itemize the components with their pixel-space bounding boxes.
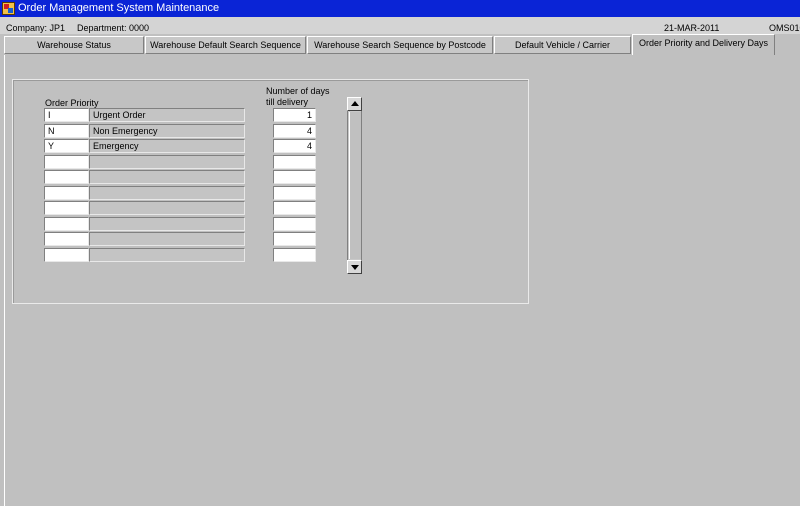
delivery-days-field[interactable]: [273, 248, 316, 262]
priority-description-field: [89, 201, 245, 215]
department-label: Department: 0000: [77, 23, 150, 33]
tab-warehouse-default-search-sequence[interactable]: Warehouse Default Search Sequence: [145, 36, 306, 54]
arrow-up-icon: [351, 101, 359, 106]
priority-code-field[interactable]: Y: [44, 139, 89, 153]
scrollbar-thumb[interactable]: [349, 112, 361, 259]
priority-code-field[interactable]: [44, 201, 89, 215]
delivery-days-field[interactable]: [273, 232, 316, 246]
days-label-line2: till delivery: [266, 97, 309, 107]
delivery-days-field[interactable]: 4: [273, 124, 316, 138]
priority-description-field: Non Emergency: [89, 124, 245, 138]
app-window-icon[interactable]: [2, 2, 15, 15]
delivery-days-field[interactable]: [273, 201, 316, 215]
delivery-days-field[interactable]: [273, 217, 316, 231]
tab-order-priority-and-delivery-days[interactable]: Order Priority and Delivery Days: [632, 34, 775, 55]
priority-code-field[interactable]: [44, 155, 89, 169]
date-label: 21-MAR-2011: [664, 23, 720, 33]
delivery-days-field[interactable]: [273, 170, 316, 184]
priority-description-field: [89, 217, 245, 231]
delivery-days-field[interactable]: 4: [273, 139, 316, 153]
tab-warehouse-status[interactable]: Warehouse Status: [4, 36, 144, 54]
scroll-up-button[interactable]: [347, 97, 362, 111]
priority-description-field: [89, 170, 245, 184]
priority-code-field[interactable]: N: [44, 124, 89, 138]
priority-code-field[interactable]: [44, 232, 89, 246]
scroll-down-button[interactable]: [347, 260, 362, 274]
days-label-line1: Number of days: [266, 86, 330, 96]
priority-description-field: [89, 248, 245, 262]
priority-code-field[interactable]: [44, 170, 89, 184]
arrow-down-icon: [351, 265, 359, 270]
window-title: Order Management System Maintenance: [18, 2, 220, 14]
priority-description-field: [89, 155, 245, 169]
priority-description-field: [89, 232, 245, 246]
tab-bar: Warehouse Status Warehouse Default Searc…: [0, 34, 800, 55]
delivery-days-field[interactable]: [273, 186, 316, 200]
info-bar: Company: JP1 Department: 0000 21-MAR-201…: [0, 17, 800, 34]
priority-description-field: [89, 186, 245, 200]
priority-description-field: Emergency: [89, 139, 245, 153]
module-code-label: OMS010: [769, 23, 800, 33]
priority-code-field[interactable]: [44, 248, 89, 262]
order-priority-label: Order Priority: [45, 98, 99, 108]
company-label: Company: JP1: [6, 23, 66, 33]
priority-code-field[interactable]: I: [44, 108, 89, 122]
priority-code-field[interactable]: [44, 217, 89, 231]
priority-code-field[interactable]: [44, 186, 89, 200]
priority-description-field: Urgent Order: [89, 108, 245, 122]
delivery-days-field[interactable]: [273, 155, 316, 169]
title-bar: Order Management System Maintenance: [0, 0, 800, 17]
tab-default-vehicle-carrier[interactable]: Default Vehicle / Carrier: [494, 36, 631, 54]
delivery-days-field[interactable]: 1: [273, 108, 316, 122]
tab-warehouse-search-sequence-by-postcode[interactable]: Warehouse Search Sequence by Postcode: [307, 36, 493, 54]
